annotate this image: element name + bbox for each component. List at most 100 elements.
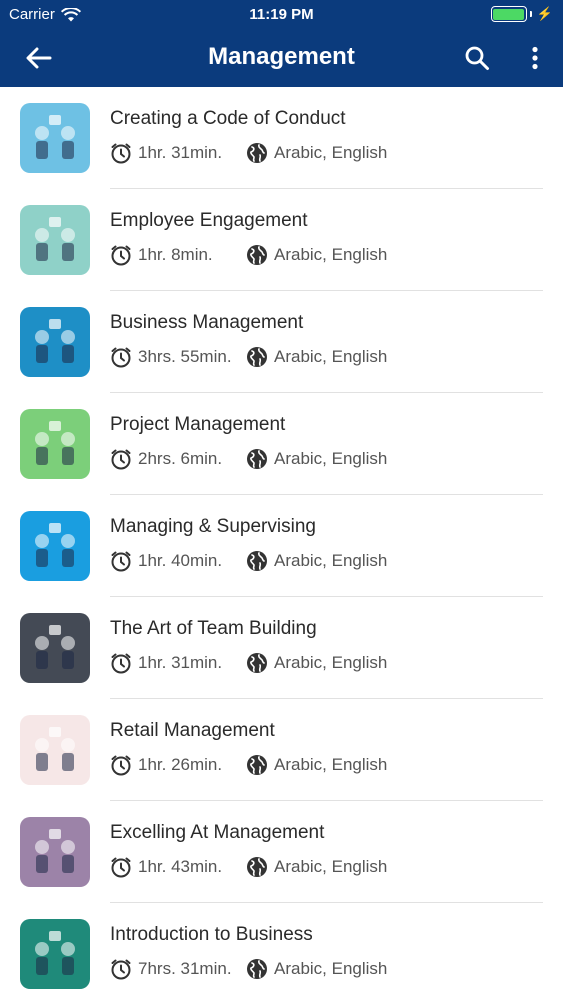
course-languages: Arabic, English (246, 856, 387, 878)
course-list-item[interactable]: Retail Management 1hr. 26min. Arabic, En… (0, 699, 563, 801)
course-title: Introduction to Business (110, 924, 313, 945)
course-thumbnail (20, 307, 90, 377)
course-duration: 1hr. 43min. (110, 856, 246, 878)
course-meta: 1hr. 40min. Arabic, English (110, 550, 387, 572)
course-duration: 1hr. 8min. (110, 244, 246, 266)
course-list-item[interactable]: Introduction to Business 7hrs. 31min. Ar… (0, 903, 563, 1005)
battery-fill (493, 8, 525, 20)
globe-icon (246, 244, 268, 266)
course-duration: 1hr. 31min. (110, 652, 246, 674)
course-title: Creating a Code of Conduct (110, 108, 346, 129)
course-meta: 7hrs. 31min. Arabic, English (110, 958, 387, 980)
clock-icon (110, 244, 132, 266)
globe-icon (246, 652, 268, 674)
course-languages: Arabic, English (246, 448, 387, 470)
course-languages-text: Arabic, English (274, 959, 388, 978)
globe-icon (246, 958, 268, 980)
clock-icon (110, 142, 132, 164)
course-duration: 1hr. 31min. (110, 142, 246, 164)
course-list-item[interactable]: The Art of Team Building 1hr. 31min. Ara… (0, 597, 563, 699)
course-languages-text: Arabic, English (274, 245, 388, 264)
clock-icon (110, 550, 132, 572)
course-list-item[interactable]: Creating a Code of Conduct 1hr. 31min. A… (0, 87, 563, 189)
app-header: Carrier 11:19 PM ⚡ Management (0, 0, 563, 87)
course-languages: Arabic, English (246, 550, 387, 572)
search-icon (465, 46, 489, 70)
course-languages-text: Arabic, English (274, 551, 388, 570)
search-button[interactable] (461, 42, 493, 74)
battery-icon (490, 6, 527, 22)
course-duration: 7hrs. 31min. (110, 958, 246, 980)
clock-icon (110, 856, 132, 878)
course-languages: Arabic, English (246, 652, 387, 674)
course-duration: 3hrs. 55min. (110, 346, 246, 368)
course-thumbnail (20, 817, 90, 887)
course-title: Retail Management (110, 720, 275, 741)
course-duration-text: 2hrs. 6min. (138, 449, 223, 468)
clock-icon (110, 346, 132, 368)
course-list-item[interactable]: Managing & Supervising 1hr. 40min. Arabi… (0, 495, 563, 597)
charging-bolt-icon: ⚡ (536, 6, 553, 21)
course-title: The Art of Team Building (110, 618, 317, 639)
globe-icon (246, 346, 268, 368)
course-duration-text: 1hr. 31min. (138, 653, 223, 672)
course-meta: 1hr. 8min. Arabic, English (110, 244, 387, 266)
course-languages-text: Arabic, English (274, 857, 388, 876)
course-languages-text: Arabic, English (274, 143, 388, 162)
course-languages-text: Arabic, English (274, 755, 388, 774)
navigation-bar: Management (0, 30, 563, 87)
course-thumbnail (20, 511, 90, 581)
course-list-item[interactable]: Employee Engagement 1hr. 8min. Arabic, E… (0, 189, 563, 291)
course-list: Creating a Code of Conduct 1hr. 31min. A… (0, 87, 563, 1005)
globe-icon (246, 856, 268, 878)
course-title: Managing & Supervising (110, 516, 316, 537)
battery-tip (529, 11, 532, 17)
course-meta: 2hrs. 6min. Arabic, English (110, 448, 387, 470)
course-duration: 1hr. 40min. (110, 550, 246, 572)
course-thumbnail (20, 103, 90, 173)
course-duration-text: 1hr. 40min. (138, 551, 223, 570)
more-vertical-icon (532, 46, 538, 70)
course-meta: 1hr. 26min. Arabic, English (110, 754, 387, 776)
course-title: Excelling At Management (110, 822, 325, 843)
course-thumbnail (20, 715, 90, 785)
course-title: Project Management (110, 414, 286, 435)
course-meta: 1hr. 31min. Arabic, English (110, 142, 387, 164)
status-bar: Carrier 11:19 PM ⚡ (0, 0, 563, 30)
course-duration-text: 1hr. 26min. (138, 755, 223, 774)
course-languages-text: Arabic, English (274, 653, 388, 672)
course-list-item[interactable]: Excelling At Management 1hr. 43min. Arab… (0, 801, 563, 903)
course-duration-text: 7hrs. 31min. (138, 959, 232, 978)
clock-icon (110, 958, 132, 980)
course-list-item[interactable]: Project Management 2hrs. 6min. Arabic, E… (0, 393, 563, 495)
course-duration-text: 3hrs. 55min. (138, 347, 232, 366)
more-options-button[interactable] (525, 42, 545, 74)
course-languages: Arabic, English (246, 754, 387, 776)
course-title: Business Management (110, 312, 304, 333)
course-meta: 3hrs. 55min. Arabic, English (110, 346, 387, 368)
course-meta: 1hr. 43min. Arabic, English (110, 856, 387, 878)
battery-indicator: ⚡ (490, 6, 553, 22)
course-thumbnail (20, 613, 90, 683)
course-duration-text: 1hr. 43min. (138, 857, 223, 876)
course-duration: 1hr. 26min. (110, 754, 246, 776)
clock-icon (110, 754, 132, 776)
course-languages-text: Arabic, English (274, 347, 388, 366)
globe-icon (246, 754, 268, 776)
globe-icon (246, 550, 268, 572)
course-duration-text: 1hr. 8min. (138, 245, 213, 264)
globe-icon (246, 142, 268, 164)
course-thumbnail (20, 919, 90, 989)
course-meta: 1hr. 31min. Arabic, English (110, 652, 387, 674)
course-list-item[interactable]: Business Management 3hrs. 55min. Arabic,… (0, 291, 563, 393)
course-languages: Arabic, English (246, 142, 387, 164)
globe-icon (246, 448, 268, 470)
clock-icon (110, 652, 132, 674)
course-thumbnail (20, 409, 90, 479)
course-languages: Arabic, English (246, 958, 387, 980)
course-thumbnail (20, 205, 90, 275)
course-duration-text: 1hr. 31min. (138, 143, 223, 162)
course-languages-text: Arabic, English (274, 449, 388, 468)
course-title: Employee Engagement (110, 210, 308, 231)
course-languages: Arabic, English (246, 346, 387, 368)
